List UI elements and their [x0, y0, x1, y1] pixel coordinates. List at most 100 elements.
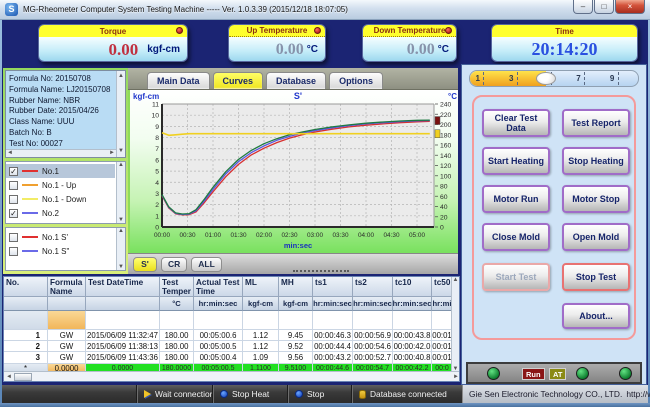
range-slider[interactable]: 13579 — [469, 70, 639, 87]
empty-cell[interactable] — [160, 311, 194, 330]
table-cell[interactable]: 1.12 — [243, 341, 279, 352]
empty-cell[interactable] — [194, 311, 243, 330]
empty-cell[interactable] — [279, 311, 313, 330]
scroll-down-icon[interactable]: ▼ — [118, 146, 124, 157]
table-cell[interactable]: 00:05:00.6 — [194, 330, 243, 341]
formula-hscrollbar[interactable]: ◄► — [6, 149, 116, 157]
table-cell[interactable]: 00:00:54.6 — [353, 341, 393, 352]
scroll-up-icon[interactable]: ▲ — [453, 277, 459, 283]
checkbox-icon[interactable] — [9, 181, 18, 190]
table-cell[interactable]: 00:00:44.4 — [313, 341, 353, 352]
maximize-button[interactable]: □ — [594, 0, 614, 14]
scroll-right-icon[interactable]: ► — [109, 148, 115, 158]
curve-list-item[interactable]: ✓No.1 — [6, 164, 115, 178]
slider-knob[interactable] — [536, 72, 556, 85]
checkbox-icon[interactable] — [9, 233, 18, 242]
curve-list-item[interactable]: ✓No.2 — [6, 206, 115, 220]
table-cell[interactable]: 1.09 — [243, 352, 279, 364]
stop-test-button[interactable]: Stop Test — [562, 263, 630, 291]
empty-cell[interactable] — [48, 311, 86, 330]
table-cell[interactable]: 9.52 — [279, 341, 313, 352]
title-bar[interactable]: S MG-Rheometer Computer System Testing M… — [0, 0, 650, 20]
table-cell[interactable]: 00:05:00.5 — [194, 341, 243, 352]
scroll-left-icon[interactable]: ◄ — [6, 374, 12, 380]
tab-database[interactable]: Database — [266, 72, 326, 89]
curve-list-item[interactable]: No.1 S" — [6, 244, 115, 258]
results-table[interactable]: No.Formula NameTest DateTimeTest TemperA… — [3, 276, 460, 382]
table-cell[interactable]: 180.00 — [160, 341, 194, 352]
scroll-down-icon[interactable]: ▼ — [118, 217, 124, 223]
splitter-handle[interactable] — [293, 270, 349, 272]
scroll-right-icon[interactable]: ► — [453, 374, 459, 380]
motor-run-button[interactable]: Motor Run — [482, 185, 550, 213]
table-cell[interactable]: 180.00 — [160, 330, 194, 341]
open-mold-button[interactable]: Open Mold — [562, 223, 630, 251]
empty-cell[interactable] — [432, 311, 453, 330]
chart-btn-all[interactable]: ALL — [191, 257, 222, 272]
empty-cell[interactable] — [86, 311, 160, 330]
stop-heating-button[interactable]: Stop Heating — [562, 147, 630, 175]
table-cell[interactable]: 3 — [4, 352, 48, 364]
formula-vscrollbar[interactable]: ▲▼ — [116, 71, 125, 157]
table-cell[interactable]: 00:00:43.8 — [393, 330, 432, 341]
clear-test-data-button[interactable]: Clear Test Data — [482, 109, 550, 137]
curve-list-item[interactable]: No.2 - Up — [6, 220, 115, 224]
table-cell[interactable]: 00:00:52.7 — [353, 352, 393, 364]
curve-list-vscrollbar[interactable]: ▲▼ — [116, 162, 125, 223]
checkbox-icon[interactable]: ✓ — [9, 209, 18, 218]
table-cell[interactable]: 2015/06/09 11:32:47 — [86, 330, 160, 341]
table-cell[interactable]: 00:01 — [432, 352, 453, 364]
table-cell[interactable]: 9.56 — [279, 352, 313, 364]
empty-cell[interactable] — [353, 311, 393, 330]
empty-cell[interactable] — [313, 311, 353, 330]
scroll-up-icon[interactable]: ▲ — [118, 228, 124, 234]
table-cell[interactable]: 180.00 — [160, 352, 194, 364]
checkbox-icon[interactable] — [9, 223, 18, 225]
empty-cell[interactable] — [243, 311, 279, 330]
start-heating-button[interactable]: Start Heating — [482, 147, 550, 175]
motor-stop-button[interactable]: Motor Stop — [562, 185, 630, 213]
empty-cell[interactable] — [393, 311, 432, 330]
tab-main-data[interactable]: Main Data — [147, 72, 210, 89]
tab-curves[interactable]: Curves — [213, 72, 264, 89]
curve-list-item[interactable]: No.1 S' — [6, 230, 115, 244]
close-button[interactable]: × — [615, 0, 645, 14]
table-cell[interactable]: 2 — [4, 341, 48, 352]
empty-cell[interactable] — [4, 311, 48, 330]
scroll-down-icon[interactable]: ▼ — [118, 264, 124, 270]
table-cell[interactable]: GW — [48, 341, 86, 352]
scroll-left-icon[interactable]: ◄ — [7, 148, 13, 158]
table-cell[interactable]: 00:05:00.4 — [194, 352, 243, 364]
about-button[interactable]: About... — [562, 303, 630, 329]
chart-btn-s-prime[interactable]: S' — [133, 257, 157, 272]
minimize-button[interactable]: – — [573, 0, 593, 14]
table-hscrollbar[interactable]: ◄ ► — [4, 371, 460, 381]
curve-list-item[interactable]: No.1 - Down — [6, 192, 115, 206]
tab-options[interactable]: Options — [329, 72, 383, 89]
checkbox-icon[interactable]: ✓ — [9, 167, 18, 176]
checkbox-icon[interactable] — [9, 247, 18, 256]
table-cell[interactable]: 2015/06/09 11:43:36 — [86, 352, 160, 364]
curve-list-item[interactable]: No.1 - Up — [6, 178, 115, 192]
table-cell[interactable]: 00:00:56.9 — [353, 330, 393, 341]
close-mold-button[interactable]: Close Mold — [482, 223, 550, 251]
scroll-up-icon[interactable]: ▲ — [118, 162, 124, 168]
start-test-button[interactable]: Start Test — [482, 263, 550, 291]
table-cell[interactable]: 00:00:43.2 — [313, 352, 353, 364]
scrollbar-thumb[interactable] — [14, 373, 32, 381]
table-cell[interactable]: 00:01 — [432, 341, 453, 352]
test-report-button[interactable]: Test Report — [562, 109, 630, 137]
table-vscrollbar[interactable]: ▲▼ — [451, 277, 459, 372]
table-cell[interactable]: 00:00:42.0 — [393, 341, 432, 352]
table-cell[interactable]: 00:00:46.3 — [313, 330, 353, 341]
table-cell[interactable]: 1.12 — [243, 330, 279, 341]
table-cell[interactable]: 00:00:40.8 — [393, 352, 432, 364]
checkbox-icon[interactable] — [9, 195, 18, 204]
table-cell[interactable]: 00:01 — [432, 330, 453, 341]
table-cell[interactable]: 1 — [4, 330, 48, 341]
curve-list2-vscrollbar[interactable]: ▲▼ — [116, 228, 125, 270]
table-cell[interactable]: 2015/06/09 11:38:13 — [86, 341, 160, 352]
table-cell[interactable]: GW — [48, 352, 86, 364]
chart-btn-cr[interactable]: CR — [161, 257, 187, 272]
table-cell[interactable]: 9.45 — [279, 330, 313, 341]
